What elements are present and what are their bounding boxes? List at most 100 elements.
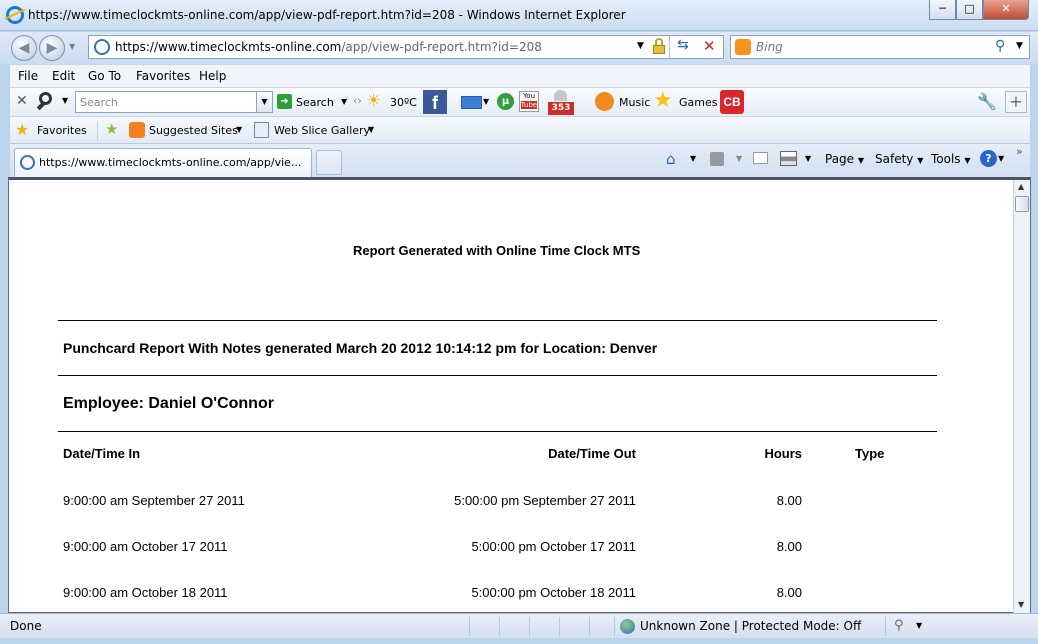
ie-logo-icon xyxy=(6,6,24,24)
forward-button[interactable]: ▶ xyxy=(39,35,65,61)
bing-placeholder[interactable]: Bing xyxy=(756,40,783,54)
scroll-up-icon[interactable]: ▲ xyxy=(1018,182,1024,191)
toolbar-search-history-icon[interactable]: ▼ xyxy=(256,92,272,112)
mail-icon[interactable] xyxy=(461,96,482,109)
column-header-time-in: Date/Time In xyxy=(63,446,141,461)
address-dropdown-icon[interactable]: ▼ xyxy=(637,41,644,51)
close-button[interactable]: ✕ xyxy=(983,0,1029,20)
wrench-icon[interactable]: 🔧 xyxy=(977,92,997,111)
youtube-icon[interactable]: You Tube xyxy=(519,91,539,112)
globe-icon xyxy=(620,619,635,634)
minimize-button[interactable]: ─ xyxy=(929,0,956,20)
suggested-sites-dropdown-icon[interactable]: ▼ xyxy=(236,125,242,134)
menu-file[interactable]: File xyxy=(18,69,38,83)
scroll-down-icon[interactable]: ▼ xyxy=(1018,600,1024,609)
scroll-thumb[interactable] xyxy=(1015,196,1029,212)
help-icon[interactable]: ? xyxy=(980,150,997,167)
home-icon[interactable]: ⌂ xyxy=(666,150,676,168)
facebook-icon[interactable]: f xyxy=(423,90,447,114)
menu-help[interactable]: Help xyxy=(199,69,226,83)
maximize-button[interactable]: □ xyxy=(956,0,983,20)
add-toolbar-button[interactable]: + xyxy=(1005,91,1027,113)
bing-search-box[interactable]: Bing ⚲ ▼ xyxy=(730,35,1030,59)
feeds-dropdown-icon[interactable]: ▼ xyxy=(736,154,742,163)
lock-icon[interactable] xyxy=(652,37,666,55)
employee-name: Employee: Daniel O'Connor xyxy=(63,395,274,412)
web-slice-dropdown-icon[interactable]: ▼ xyxy=(368,125,374,134)
stop-icon[interactable]: ✕ xyxy=(703,37,716,55)
divider xyxy=(58,375,937,376)
favorites-button[interactable]: Favorites xyxy=(37,124,87,137)
zoom-dropdown-icon[interactable]: ▼ xyxy=(916,621,922,630)
status-cell xyxy=(469,617,499,636)
back-button[interactable]: ◀ xyxy=(11,35,37,61)
search-go-icon[interactable]: ➜ xyxy=(277,94,292,109)
web-slice-icon[interactable] xyxy=(254,122,269,138)
chevron-more-icon[interactable]: » xyxy=(1016,145,1023,158)
vertical-scrollbar[interactable]: ▲ ▼ xyxy=(1013,180,1030,613)
menu-favorites[interactable]: Favorites xyxy=(136,69,190,83)
zoom-cell[interactable]: ⚲ ▼ xyxy=(885,617,935,636)
hours-cell: 8.00 xyxy=(776,585,802,600)
favorites-star-icon[interactable]: ★ xyxy=(15,120,29,139)
games-button[interactable]: Games xyxy=(679,96,717,109)
time-out-cell: 5:00:00 pm October 18 2011 xyxy=(471,585,636,600)
close-toolbar-icon[interactable]: ✕ xyxy=(16,93,28,109)
refresh-icon[interactable]: ⇆ xyxy=(677,37,689,53)
search-icon[interactable]: ⚲ xyxy=(995,38,1005,54)
bing-icon xyxy=(735,39,751,55)
toolbar-search-input[interactable]: Search ▼ xyxy=(75,91,273,113)
music-icon[interactable] xyxy=(595,92,614,111)
toolbar-search-placeholder[interactable]: Search xyxy=(80,96,118,109)
weather-sun-icon[interactable]: ☀ xyxy=(366,91,381,111)
menu-bar: File Edit Go To Favorites Help xyxy=(10,64,1030,88)
suggested-sites-icon[interactable] xyxy=(129,122,145,138)
status-bar: Done Unknown Zone | Protected Mode: Off … xyxy=(0,613,1038,638)
tab-row: https://www.timeclockmts-online.com/app/… xyxy=(10,144,1030,177)
weather-temperature[interactable]: 30ºC xyxy=(390,96,417,109)
mail-dropdown-icon[interactable]: ▼ xyxy=(483,97,489,106)
safety-menu[interactable]: Safety ▼ xyxy=(875,152,923,166)
window-title: https://www.timeclockmts-online.com/app/… xyxy=(28,8,626,22)
zoom-icon[interactable]: ⚲ xyxy=(894,618,904,633)
suggested-sites-link[interactable]: Suggested Sites xyxy=(149,124,238,137)
feeds-icon[interactable] xyxy=(710,152,724,166)
report-heading: Punchcard Report With Notes generated Ma… xyxy=(63,340,658,356)
music-button[interactable]: Music xyxy=(619,96,650,109)
home-dropdown-icon[interactable]: ▼ xyxy=(690,154,696,163)
toolbar-search-icon[interactable] xyxy=(36,91,57,111)
games-star-icon[interactable]: ★ xyxy=(653,88,673,113)
time-in-cell: 9:00:00 am October 17 2011 xyxy=(63,539,228,554)
notifications-icon[interactable]: 353 xyxy=(548,90,574,116)
cb-icon[interactable]: CB xyxy=(720,90,744,114)
toolbar-search-dropdown-icon[interactable]: ▼ xyxy=(62,96,68,105)
address-field[interactable]: https://www.timeclockmts-online.com/app/… xyxy=(88,35,724,59)
help-dropdown-icon[interactable]: ▼ xyxy=(998,154,1004,163)
tools-menu[interactable]: Tools ▼ xyxy=(931,152,971,166)
tab-favicon-icon xyxy=(20,155,35,170)
favorites-bar: ★ Favorites ★ Suggested Sites ▼ Web Slic… xyxy=(10,117,1030,144)
add-favorites-icon[interactable]: ★ xyxy=(105,120,118,138)
address-url[interactable]: https://www.timeclockmts-online.com/app/… xyxy=(115,40,542,54)
menu-edit[interactable]: Edit xyxy=(52,69,75,83)
print-icon[interactable] xyxy=(780,151,797,166)
read-mail-icon[interactable] xyxy=(753,152,768,164)
web-slice-gallery-link[interactable]: Web Slice Gallery xyxy=(274,124,370,137)
window-bottom-border xyxy=(0,638,1038,644)
recent-pages-icon[interactable]: ▼ xyxy=(69,42,75,51)
page-menu[interactable]: Page ▼ xyxy=(825,152,864,166)
search-options-icon[interactable]: ▼ xyxy=(1016,41,1023,51)
site-icon xyxy=(94,39,110,55)
print-dropdown-icon[interactable]: ▼ xyxy=(805,154,811,163)
toolbar-search-button[interactable]: Search xyxy=(296,96,334,109)
status-cell xyxy=(559,617,589,636)
tab-title[interactable]: https://www.timeclockmts-online.com/app/… xyxy=(39,156,301,169)
search-button-dropdown-icon[interactable]: ▼ xyxy=(341,97,347,106)
column-header-hours: Hours xyxy=(764,446,802,461)
column-header-time-out: Date/Time Out xyxy=(548,446,636,461)
menu-go-to[interactable]: Go To xyxy=(88,69,121,83)
new-tab-button[interactable] xyxy=(316,150,342,175)
zone-cell[interactable]: Unknown Zone | Protected Mode: Off xyxy=(614,617,865,636)
tab-current[interactable]: https://www.timeclockmts-online.com/app/… xyxy=(14,148,312,177)
utorrent-icon[interactable]: µ xyxy=(497,93,514,110)
